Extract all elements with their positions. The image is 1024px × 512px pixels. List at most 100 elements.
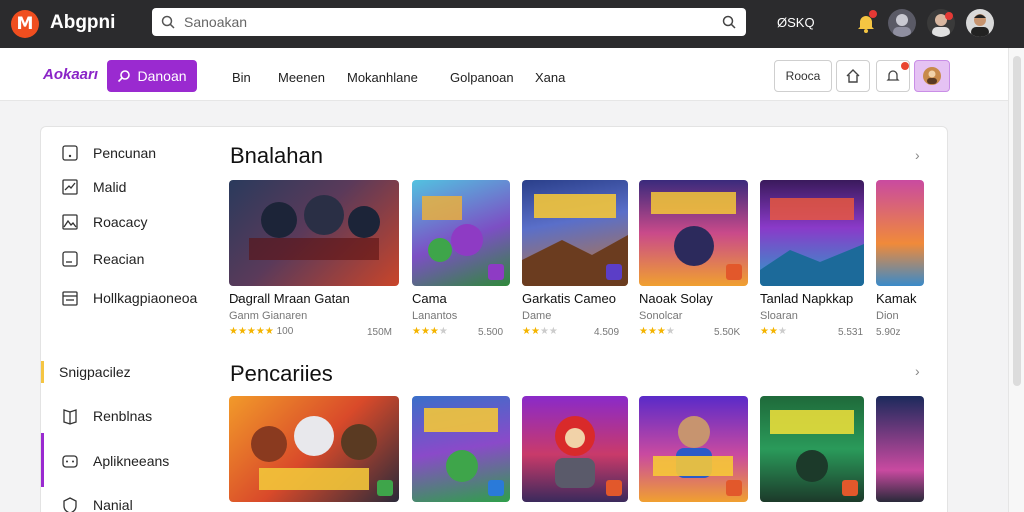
nav-item[interactable]: Xana: [535, 70, 565, 85]
download-count: 150M: [367, 327, 393, 338]
app-logo[interactable]: M: [11, 10, 39, 38]
gamepad-icon: [62, 455, 78, 468]
star-rating: ★★★: [760, 326, 787, 337]
game-thumbnail: [639, 180, 748, 286]
game-subtitle: Sloaran: [760, 310, 798, 322]
game-thumbnail: [639, 396, 748, 502]
star-rating: ★★★★: [639, 326, 675, 337]
scroll-thumb[interactable]: [1013, 56, 1021, 386]
home-button[interactable]: [836, 60, 870, 92]
game-subtitle: Dion: [876, 310, 899, 322]
sidebar-section-header[interactable]: Snigpacilez: [59, 360, 131, 384]
download-count: 5.500: [478, 327, 504, 338]
platform-badge: [606, 264, 622, 280]
game-title: Tanlad Napkkap: [760, 291, 854, 306]
game-thumbnail: [760, 180, 864, 286]
calendar-icon: [62, 291, 78, 306]
section-title: Bnalahan: [230, 143, 323, 168]
sidebar-item-label: Reacian: [93, 251, 145, 267]
star-rating: ★★★★★ 100: [229, 326, 294, 337]
game-subtitle: Lanantos: [412, 310, 458, 322]
notification-dot: [901, 62, 909, 70]
search-input[interactable]: [184, 12, 704, 32]
nav-item[interactable]: Mokanhlane: [347, 70, 418, 85]
game-thumbnail: [522, 180, 628, 286]
game-title: Naoak Solay: [639, 291, 713, 306]
bell-outline-icon: [886, 70, 900, 81]
sidebar-item-label: Nanial: [93, 497, 133, 512]
sidebar-item[interactable]: Roacacy: [61, 210, 147, 234]
game-title: Kamak: [876, 291, 917, 306]
content-panel: Pencunan › Malid › Roacacy › Reacian › H…: [40, 126, 948, 512]
chevron-right-icon[interactable]: ›: [915, 363, 920, 379]
primary-button-label: Danoan: [137, 68, 187, 84]
shield-icon: [63, 497, 77, 512]
search-bar: [152, 8, 746, 36]
profile-avatar[interactable]: [966, 9, 994, 37]
game-thumbnail: [876, 180, 924, 286]
nav-item[interactable]: Bin: [232, 70, 251, 85]
platform-badge: [726, 480, 742, 496]
game-thumbnail: [412, 180, 510, 286]
page-scrollbar[interactable]: [1008, 48, 1024, 512]
sidebar-item[interactable]: Hollkagpiaoneoa: [61, 286, 197, 310]
chevron-right-icon[interactable]: ›: [915, 147, 920, 163]
avatar[interactable]: [888, 9, 916, 37]
sidebar-item-label: Pencunan: [93, 145, 157, 161]
active-indicator: [41, 361, 44, 383]
sidebar-item[interactable]: Renblnas: [61, 404, 152, 428]
sidebar-item[interactable]: Pencunan: [61, 141, 156, 165]
sidebar-item-label: Roacacy: [93, 214, 148, 230]
platform-badge: [606, 480, 622, 496]
bell-button[interactable]: [876, 60, 910, 92]
outline-button[interactable]: Rooca: [774, 60, 832, 92]
platform-badge: [377, 480, 393, 496]
brand-label[interactable]: Aokaarı: [43, 66, 98, 83]
profile-button[interactable]: [914, 60, 950, 92]
book-icon: [63, 409, 77, 425]
sidebar-item[interactable]: Malid: [61, 175, 126, 199]
game-subtitle: Dame: [522, 310, 552, 322]
sidebar-item[interactable]: Aplikneeans: [61, 449, 169, 473]
star-rating: ★★★★: [412, 326, 448, 337]
top-bar-text[interactable]: ØSKQ: [777, 15, 815, 30]
sub-header: Aokaarı Danoan Bin Meenen Mokanhlane Gol…: [0, 48, 1008, 101]
sidebar-item-label: Snigpacilez: [59, 364, 131, 380]
sidebar-item[interactable]: Nanial: [61, 493, 133, 512]
section-title: Pencariies: [230, 361, 333, 386]
chart-icon: [62, 179, 78, 195]
sidebar-item-label: Hollkagpiaoneoa: [93, 290, 198, 306]
platform-badge: [488, 264, 504, 280]
rating-count: 100: [276, 326, 294, 337]
square-dot-icon: [62, 145, 78, 161]
nav-item[interactable]: Meenen: [278, 70, 325, 85]
download-count: 5.531: [838, 327, 864, 338]
game-thumbnail: [229, 180, 399, 286]
platform-badge: [726, 264, 742, 280]
download-count: 4.509: [594, 327, 620, 338]
game-subtitle: Ganm Gianaren: [229, 310, 308, 322]
search-icon: [118, 70, 131, 83]
game-subtitle: Sonolcar: [639, 310, 683, 322]
notification-dot: [945, 12, 953, 20]
search-submit-icon[interactable]: [722, 15, 736, 29]
star-rating: ★★★★: [522, 326, 558, 337]
logo-letter: M: [16, 14, 34, 34]
search-icon: [161, 15, 175, 29]
primary-button[interactable]: Danoan: [107, 60, 197, 92]
sidebar-item-label: Renblnas: [93, 408, 153, 424]
notification-dot: [869, 10, 877, 18]
platform-badge: [488, 480, 504, 496]
avatar: [923, 67, 941, 85]
game-thumbnail: [412, 396, 510, 502]
game-thumbnail: [760, 396, 864, 502]
image-icon: [62, 214, 78, 230]
sidebar-item-label: Malid: [93, 179, 127, 195]
top-bar: M Abgpni ØSKQ: [0, 0, 1024, 48]
game-title: Dagrall Mraan Gatan: [229, 291, 350, 306]
nav-item[interactable]: Golpanoan: [450, 70, 514, 85]
game-thumbnail: [229, 396, 399, 502]
game-thumbnail: [876, 396, 924, 502]
sidebar-item-label: Aplikneeans: [93, 453, 170, 469]
sidebar-item[interactable]: Reacian: [61, 247, 144, 271]
